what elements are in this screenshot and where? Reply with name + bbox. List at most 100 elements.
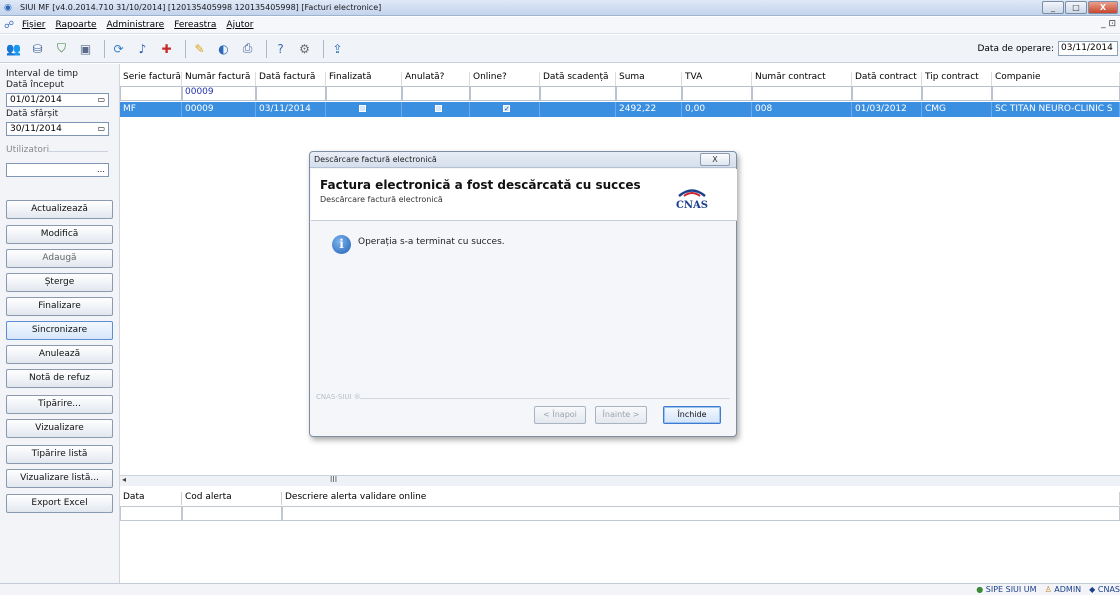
close-button[interactable]: X (1088, 1, 1118, 14)
filter-scadenta[interactable] (540, 86, 616, 101)
mdi-controls[interactable]: _ ⊡ (1101, 19, 1116, 29)
scroll-left-icon[interactable]: ◂ (122, 475, 126, 484)
filter-finalizata[interactable] (326, 86, 402, 101)
users-icon[interactable]: 👥 (4, 39, 23, 58)
database-icon[interactable]: ⛁ (28, 39, 47, 58)
col-header-data-contract[interactable]: Dată contract (852, 72, 922, 86)
users-field[interactable]: … (6, 163, 109, 177)
refusal-note-button[interactable]: Notă de refuz (6, 369, 113, 388)
bell-icon[interactable]: ♪ (133, 39, 152, 58)
print-button[interactable]: Tipărire... (6, 395, 113, 414)
col-header-alert-code[interactable]: Cod alerta (182, 492, 282, 505)
col-header-tva[interactable]: TVA (682, 72, 752, 86)
col-header-data[interactable]: Dată factură (256, 72, 326, 86)
filter-anulata[interactable] (402, 86, 470, 101)
cell-serie: MF (120, 102, 182, 117)
menu-fisier[interactable]: Fișier (22, 20, 45, 30)
col-header-alert-data[interactable]: Data (120, 492, 182, 505)
update-button[interactable]: Actualizează (6, 200, 113, 219)
cell-numar: 00009 (182, 102, 256, 117)
filter-tva[interactable] (682, 86, 752, 101)
filter-companie[interactable] (992, 86, 1120, 101)
col-header-numar-contract[interactable]: Număr contract (752, 72, 852, 86)
title-bar: ◉ SIUI MF [v4.0.2014.710 31/10/2014] [12… (0, 0, 1120, 16)
col-header-scadenta[interactable]: Dată scadență (540, 72, 616, 86)
end-date-field[interactable]: 30/11/2014 ▭ (6, 122, 109, 136)
sync-icon[interactable]: ⟳ (109, 39, 128, 58)
cnas-logo-text: CNAS (676, 200, 708, 211)
start-date-field[interactable]: 01/01/2014 ▭ (6, 93, 109, 107)
table-row[interactable]: MF 00009 03/11/2014 ✓ 2492,22 0,00 008 0… (120, 102, 1120, 117)
cancel-icon[interactable]: ◐ (214, 39, 233, 58)
delete-button[interactable]: Șterge (6, 273, 113, 292)
menu-rapoarte[interactable]: Rapoarte (55, 20, 96, 30)
filter-icon[interactable]: ⛉ (52, 39, 71, 58)
view-button[interactable]: Vizualizare (6, 419, 113, 438)
menu-fereastra[interactable]: Fereastra (174, 20, 216, 30)
status-server: ● SIPE SIUI UM (976, 585, 1037, 594)
dialog-close-action-button[interactable]: Închide (663, 406, 721, 424)
calendar-icon[interactable]: ▭ (97, 124, 105, 133)
sync-button[interactable]: Sincronizare (6, 321, 113, 340)
help-icon[interactable]: ? (271, 39, 290, 58)
menu-bar: ☍ Fișier Rapoarte Administrare Fereastra… (0, 17, 1120, 34)
settings-icon[interactable]: ⚙ (295, 39, 314, 58)
maximize-button[interactable]: □ (1065, 1, 1087, 14)
back-button[interactable]: < Înapoi (534, 406, 586, 424)
export-excel-button[interactable]: Export Excel (6, 494, 113, 513)
print-icon[interactable]: ⎙ (238, 39, 257, 58)
col-header-companie[interactable]: Companie (992, 72, 1120, 86)
dialog-subheading: Descărcare factură electronică (320, 195, 443, 204)
minimize-button[interactable]: _ (1042, 1, 1064, 14)
col-header-suma[interactable]: Suma (616, 72, 682, 86)
filter-serie[interactable] (120, 86, 182, 101)
modify-button[interactable]: Modifică (6, 225, 113, 244)
operation-date-field[interactable]: 03/11/2014 (1058, 41, 1118, 56)
finalize-button[interactable]: Finalizare (6, 297, 113, 316)
menu-ajutor[interactable]: Ajutor (226, 20, 253, 30)
add-icon[interactable]: ✚ (157, 39, 176, 58)
dialog-close-button[interactable]: X (700, 153, 730, 166)
cell-companie: SC TITAN NEURO-CLINIC S (992, 102, 1120, 117)
filter-numar-contract[interactable] (752, 86, 852, 101)
exit-icon[interactable]: ⇪ (328, 39, 347, 58)
app-menu-icon[interactable]: ☍ (4, 20, 16, 31)
filter-tip-contract[interactable] (922, 86, 992, 101)
filter-online[interactable] (470, 86, 540, 101)
horizontal-scrollbar[interactable]: ◂ III (120, 475, 1120, 486)
scroll-thumb[interactable]: III (330, 475, 337, 484)
col-header-finalizata[interactable]: Finalizată (326, 72, 402, 86)
filter-numar[interactable]: 00009 (182, 86, 256, 101)
alert-filter-desc[interactable] (282, 506, 1120, 521)
edit-icon[interactable]: ✎ (190, 39, 209, 58)
filter-suma[interactable] (616, 86, 682, 101)
col-header-serie[interactable]: Serie factură (120, 72, 182, 86)
alert-filter-data[interactable] (120, 506, 182, 521)
online-checkbox[interactable]: ✓ (503, 105, 510, 113)
col-header-tip-contract[interactable]: Tip contract (922, 72, 992, 86)
dialog-footer-divider (360, 398, 730, 399)
view-list-button[interactable]: Vizualizare listă... (6, 469, 113, 488)
operation-date-label: Data de operare: (977, 44, 1054, 54)
anulata-checkbox[interactable] (435, 105, 442, 112)
toolbar-separator (266, 39, 267, 58)
col-header-numar[interactable]: Număr factură (182, 72, 256, 86)
next-button[interactable]: Înainte > (595, 406, 647, 424)
add-button[interactable]: Adaugă (6, 249, 113, 268)
finalizata-checkbox[interactable] (359, 105, 366, 112)
status-user: ♙ ADMIN (1044, 585, 1082, 594)
filter-data-contract[interactable] (852, 86, 922, 101)
section-divider (48, 151, 108, 152)
calendar-icon[interactable]: ▭ (97, 95, 105, 104)
filter-data[interactable] (256, 86, 326, 101)
cancel-invoice-button[interactable]: Anulează (6, 345, 113, 364)
col-header-alert-desc[interactable]: Descriere alerta validare online (282, 492, 1120, 505)
user-icon: ♙ (1044, 585, 1052, 594)
alert-filter-code[interactable] (182, 506, 282, 521)
menu-administrare[interactable]: Administrare (107, 20, 165, 30)
col-header-online[interactable]: Online? (470, 72, 540, 86)
ellipsis-icon[interactable]: … (97, 165, 105, 174)
col-header-anulata[interactable]: Anulată? (402, 72, 470, 86)
print-list-button[interactable]: Tipărire listă (6, 445, 113, 464)
save-icon[interactable]: ▣ (76, 39, 95, 58)
